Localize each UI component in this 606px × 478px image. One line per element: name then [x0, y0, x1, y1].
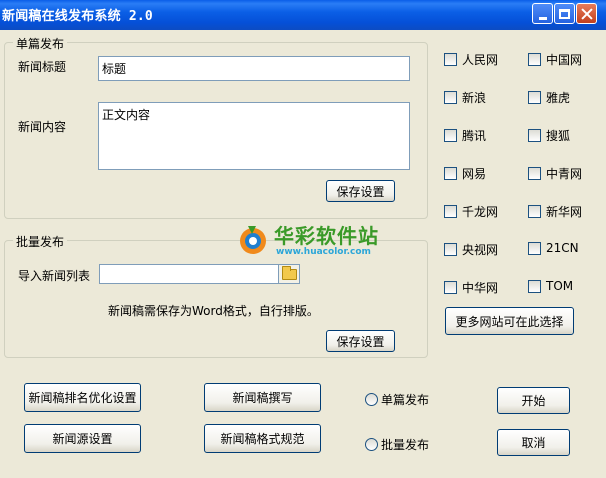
site-checkbox-label: 中华网: [462, 281, 499, 295]
watermark-cn-text: 华彩软件站: [274, 224, 379, 248]
huacolor-logo-icon: [240, 226, 266, 254]
checkbox-box[interactable]: [528, 205, 541, 218]
site-checkbox-label: 21CN: [546, 241, 579, 255]
checkbox-box[interactable]: [528, 129, 541, 142]
folder-open-icon: [281, 265, 297, 280]
checkbox-box[interactable]: [444, 167, 457, 180]
checkbox-box[interactable]: [528, 53, 541, 66]
site-checkbox[interactable]: 网易: [444, 165, 486, 182]
maximize-icon: [559, 8, 570, 19]
radio-circle[interactable]: [365, 438, 378, 451]
news-format-guide-button[interactable]: 新闻稿格式规范: [204, 424, 321, 453]
maximize-button[interactable]: [554, 3, 575, 24]
site-checkbox[interactable]: 新浪: [444, 89, 486, 106]
site-checkbox[interactable]: 千龙网: [444, 203, 498, 220]
site-checkbox[interactable]: 中青网: [528, 165, 582, 182]
browse-file-button[interactable]: [278, 264, 300, 284]
watermark-url-text: www.huacolor.com: [276, 247, 371, 257]
import-news-list-input[interactable]: [99, 264, 279, 284]
site-checkbox-label: 新浪: [462, 91, 487, 105]
minimize-icon: [538, 16, 547, 20]
site-checkbox-label: 雅虎: [546, 91, 571, 105]
site-checkbox-label: 人民网: [462, 53, 499, 67]
close-icon: [581, 8, 593, 20]
site-checkbox[interactable]: 人民网: [444, 51, 498, 68]
close-button[interactable]: [576, 3, 597, 24]
single-publish-radio-label: 单篇发布: [381, 393, 430, 407]
checkbox-box[interactable]: [528, 241, 541, 255]
batch-publish-legend: 批量发布: [13, 233, 68, 250]
checkbox-box[interactable]: [528, 167, 541, 180]
watermark-logo: 华彩软件站 www.huacolor.com: [236, 218, 386, 262]
minimize-button[interactable]: [532, 3, 553, 24]
start-button[interactable]: 开始: [497, 387, 570, 414]
checkbox-box[interactable]: [444, 91, 457, 104]
news-title-input[interactable]: 标题: [98, 56, 410, 81]
word-format-note: 新闻稿需保存为Word格式，自行排版。: [108, 304, 319, 318]
batch-publish-radio[interactable]: 批量发布: [365, 436, 429, 453]
checkbox-box[interactable]: [444, 281, 457, 294]
app-window: 新闻稿在线发布系统 2.0 单篇发布 新闻标题 标题 新闻内容 正文内容 保存设…: [0, 0, 606, 478]
site-checkbox[interactable]: 搜狐: [528, 127, 570, 144]
site-checkbox[interactable]: 央视网: [444, 241, 498, 258]
site-checkbox[interactable]: 雅虎: [528, 89, 570, 106]
title-bar[interactable]: 新闻稿在线发布系统 2.0: [0, 0, 606, 30]
single-save-settings-button[interactable]: 保存设置: [326, 180, 395, 202]
checkbox-box[interactable]: [528, 279, 541, 293]
site-checkbox[interactable]: 中国网: [528, 51, 582, 68]
site-checkbox-label: TOM: [546, 279, 574, 293]
batch-publish-radio-label: 批量发布: [381, 438, 430, 452]
radio-circle[interactable]: [365, 393, 378, 406]
checkbox-box[interactable]: [444, 205, 457, 218]
site-checkbox[interactable]: 新华网: [528, 203, 582, 220]
news-title-label: 新闻标题: [18, 60, 67, 74]
import-news-list-label: 导入新闻列表: [18, 269, 91, 283]
cancel-button[interactable]: 取消: [497, 429, 570, 456]
single-publish-legend: 单篇发布: [13, 35, 68, 52]
site-checkbox-label: 央视网: [462, 243, 499, 257]
site-checkbox[interactable]: 腾讯: [444, 127, 486, 144]
site-checkbox-label: 搜狐: [546, 129, 571, 143]
site-checkbox-label: 中青网: [546, 167, 583, 181]
window-title: 新闻稿在线发布系统 2.0: [2, 9, 153, 24]
news-content-textarea[interactable]: 正文内容: [98, 102, 410, 170]
checkbox-box[interactable]: [444, 243, 457, 256]
news-content-label: 新闻内容: [18, 120, 67, 134]
checkbox-box[interactable]: [444, 53, 457, 66]
single-publish-radio[interactable]: 单篇发布: [365, 391, 429, 408]
site-checkbox-label: 新华网: [546, 205, 583, 219]
site-checkbox[interactable]: TOM: [528, 279, 573, 293]
write-news-button[interactable]: 新闻稿撰写: [204, 383, 321, 412]
site-checkbox-label: 网易: [462, 167, 487, 181]
site-checkbox-label: 千龙网: [462, 205, 499, 219]
site-checkbox-label: 腾讯: [462, 129, 487, 143]
checkbox-box[interactable]: [444, 129, 457, 142]
more-sites-button[interactable]: 更多网站可在此选择: [445, 307, 574, 335]
site-checkbox[interactable]: 中华网: [444, 279, 498, 296]
ranking-optimization-settings-button[interactable]: 新闻稿排名优化设置: [24, 383, 141, 412]
site-checkbox-label: 中国网: [546, 53, 583, 67]
checkbox-box[interactable]: [528, 91, 541, 104]
site-checkbox[interactable]: 21CN: [528, 241, 579, 255]
news-source-settings-button[interactable]: 新闻源设置: [24, 424, 141, 453]
batch-save-settings-button[interactable]: 保存设置: [326, 330, 395, 352]
